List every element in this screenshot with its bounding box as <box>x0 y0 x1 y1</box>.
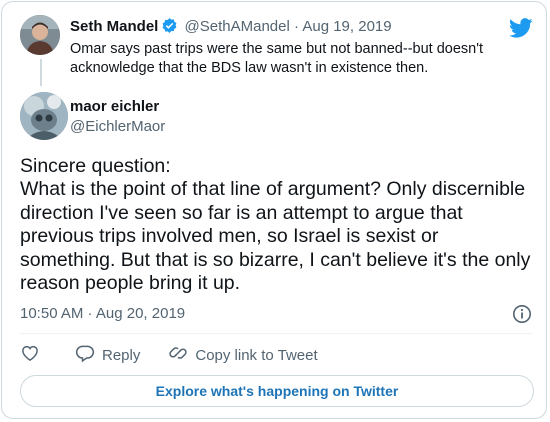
heart-icon <box>20 343 47 367</box>
author-handle[interactable]: @EichlerMaor <box>70 118 165 135</box>
explore-twitter-button[interactable]: Explore what's happening on Twitter <box>20 375 534 407</box>
copy-link-label: Copy link to Tweet <box>195 346 318 364</box>
meta-separator: · <box>294 18 299 35</box>
link-icon <box>168 343 195 367</box>
author-name[interactable]: maor eichler <box>70 98 159 115</box>
quoted-tweet-header: Seth Mandel @SethAMandel · Aug 19, 2019 <box>70 17 392 38</box>
quoted-author-handle[interactable]: @SethAMandel <box>185 18 290 35</box>
action-bar: Reply Copy link to Tweet <box>20 344 346 366</box>
quoted-tweet-date[interactable]: Aug 19, 2019 <box>302 18 391 35</box>
author-avatar[interactable] <box>20 92 68 140</box>
quoted-author-name[interactable]: Seth Mandel <box>70 18 158 35</box>
copy-link-button[interactable]: Copy link to Tweet <box>168 343 318 367</box>
info-icon[interactable] <box>512 304 532 324</box>
twitter-bird-icon[interactable] <box>509 16 533 40</box>
divider <box>20 333 532 334</box>
tweet-card: Seth Mandel @SethAMandel · Aug 19, 2019 … <box>1 1 547 419</box>
like-button[interactable] <box>20 343 47 367</box>
reply-label: Reply <box>102 346 141 364</box>
thread-connector-line <box>40 59 42 86</box>
verified-badge-icon <box>161 17 178 38</box>
reply-button[interactable]: Reply <box>75 343 140 367</box>
quoted-tweet-text: Omar says past trips were the same but n… <box>70 41 484 76</box>
reply-icon <box>75 343 102 367</box>
tweet-text: Sincere question: What is the point of t… <box>20 155 531 295</box>
tweet-timestamp[interactable]: 10:50 AM · Aug 20, 2019 <box>20 305 185 322</box>
quoted-author-avatar[interactable] <box>20 15 60 55</box>
